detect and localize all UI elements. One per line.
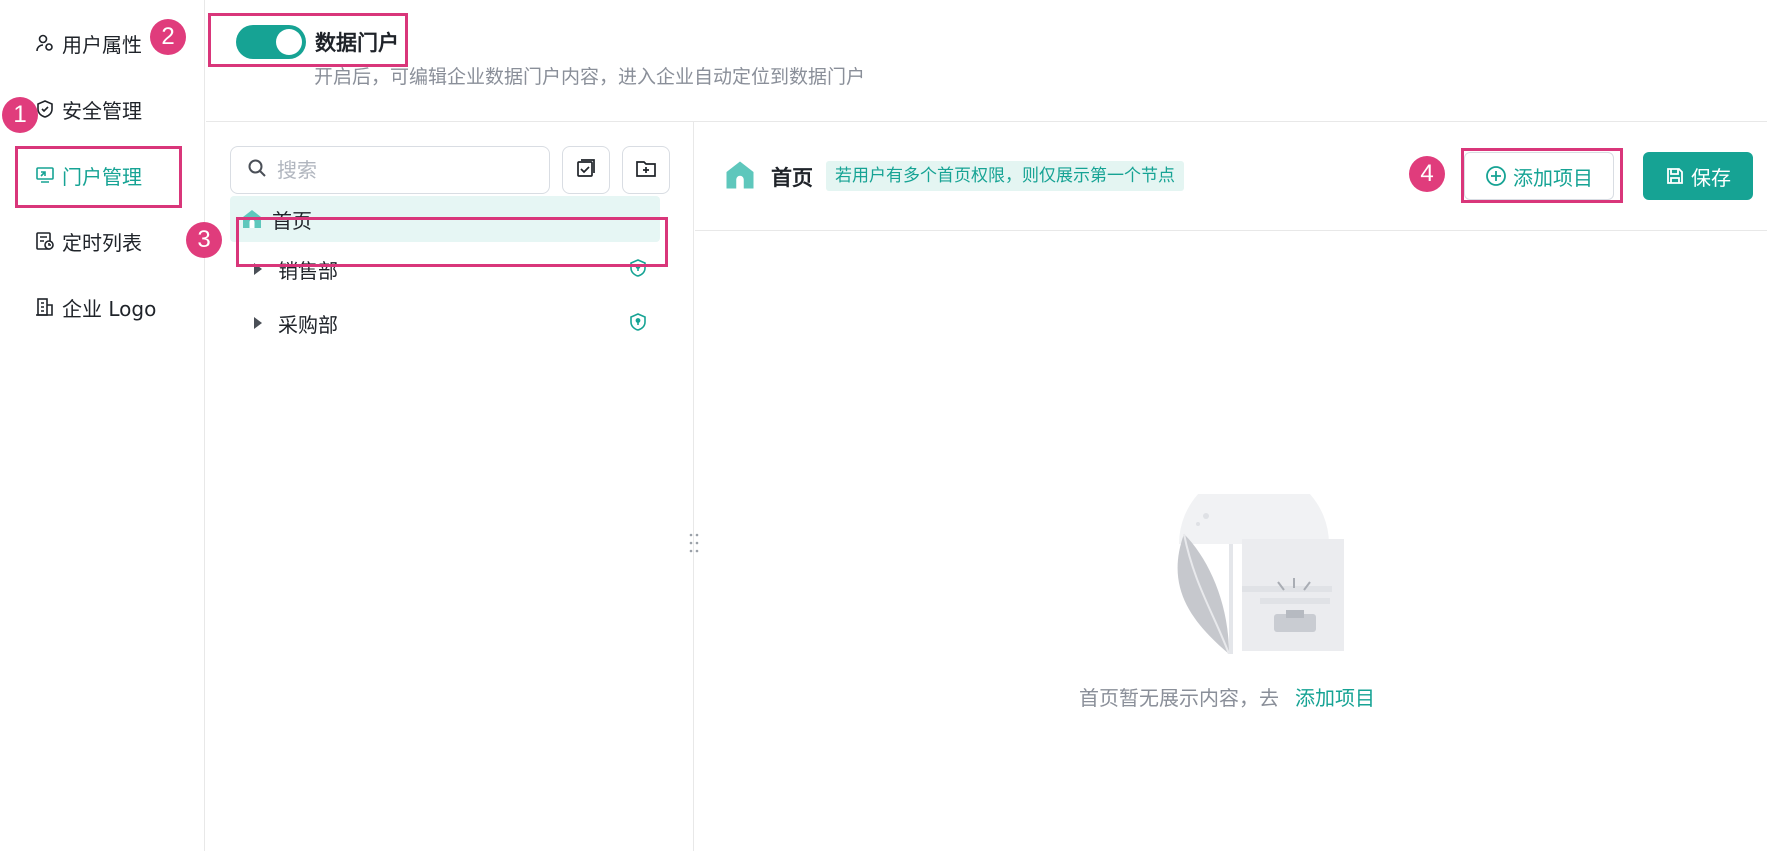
permission-shield-icon[interactable]: [628, 312, 648, 337]
data-portal-toggle[interactable]: [236, 25, 306, 59]
toggle-knob: [276, 29, 302, 55]
step-badge-2: 2: [150, 19, 186, 55]
add-item-label: 添加项目: [1513, 165, 1593, 190]
add-item-button[interactable]: 添加项目: [1464, 152, 1614, 200]
portal-tree-panel: 首页 销售部 采购部: [206, 122, 694, 851]
tree-item-label: 销售部: [278, 258, 338, 283]
permission-shield-icon[interactable]: [628, 258, 648, 283]
portal-icon: [34, 164, 56, 186]
tree-item-label: 首页: [272, 208, 312, 233]
sidebar-item-schedule[interactable]: 定时列表: [34, 225, 142, 257]
sidebar-item-portal[interactable]: 门户管理: [34, 159, 142, 191]
sidebar-item-label: 用户属性: [62, 32, 142, 57]
add-folder-button[interactable]: [622, 146, 670, 194]
toggle-description: 开启后，可编辑企业数据门户内容，进入企业自动定位到数据门户: [314, 66, 866, 88]
step-badge-1: 1: [2, 97, 38, 133]
portal-content-panel: 首页 若用户有多个首页权限，则仅展示第一个节点 添加项目 保存 首页暂无展示内容…: [695, 122, 1767, 851]
tree-item-purchasing[interactable]: 采购部: [230, 300, 660, 346]
sidebar-item-label: 门户管理: [62, 164, 142, 189]
page-title: 首页: [771, 166, 813, 190]
step-badge-3: 3: [186, 222, 222, 258]
step-badge-4: 4: [1409, 156, 1445, 192]
save-icon: [1665, 166, 1685, 186]
tree-item-home[interactable]: 首页: [230, 196, 660, 242]
sidebar-item-logo[interactable]: 企业 Logo: [34, 291, 156, 323]
folder-add-icon: [635, 157, 657, 183]
sidebar-item-label: 定时列表: [62, 230, 142, 255]
search-icon: [247, 158, 267, 182]
search-input[interactable]: [277, 158, 527, 182]
sidebar-item-security[interactable]: 安全管理: [34, 93, 142, 125]
building-icon: [34, 296, 56, 318]
tree-item-label: 采购部: [278, 312, 338, 337]
add-item-link[interactable]: 添加项目: [1295, 682, 1375, 711]
hint-tag: 若用户有多个首页权限，则仅展示第一个节点: [826, 161, 1184, 191]
sidebar-item-label: 企业 Logo: [62, 296, 157, 321]
sidebar-item-user-attributes[interactable]: 用户属性: [34, 27, 142, 59]
save-button[interactable]: 保存: [1643, 152, 1753, 200]
schedule-list-icon: [34, 230, 56, 252]
content-header: 首页 若用户有多个首页权限，则仅展示第一个节点 添加项目 保存: [695, 122, 1767, 231]
home-page-icon: [725, 160, 755, 194]
multi-select-button[interactable]: [562, 146, 610, 194]
home-page-icon: [242, 209, 262, 229]
user-attribute-icon: [34, 32, 56, 54]
sidebar-item-label: 安全管理: [62, 98, 142, 123]
portal-settings-header: 数据门户 开启后，可编辑企业数据门户内容，进入企业自动定位到数据门户: [206, 0, 1767, 122]
empty-state-message: 首页暂无展示内容，去 添加项目: [1079, 682, 1375, 711]
expand-arrow-icon[interactable]: [254, 317, 262, 329]
plus-circle-icon: [1485, 165, 1507, 187]
search-box[interactable]: [230, 146, 550, 194]
empty-state-illustration: [1134, 469, 1374, 658]
tree-item-sales[interactable]: 销售部: [230, 246, 660, 292]
expand-arrow-icon[interactable]: [254, 263, 262, 275]
checkbox-select-icon: [575, 157, 597, 183]
toggle-label: 数据门户: [315, 31, 399, 55]
empty-state-text: 首页暂无展示内容，去: [1079, 686, 1279, 710]
save-label: 保存: [1691, 165, 1731, 190]
